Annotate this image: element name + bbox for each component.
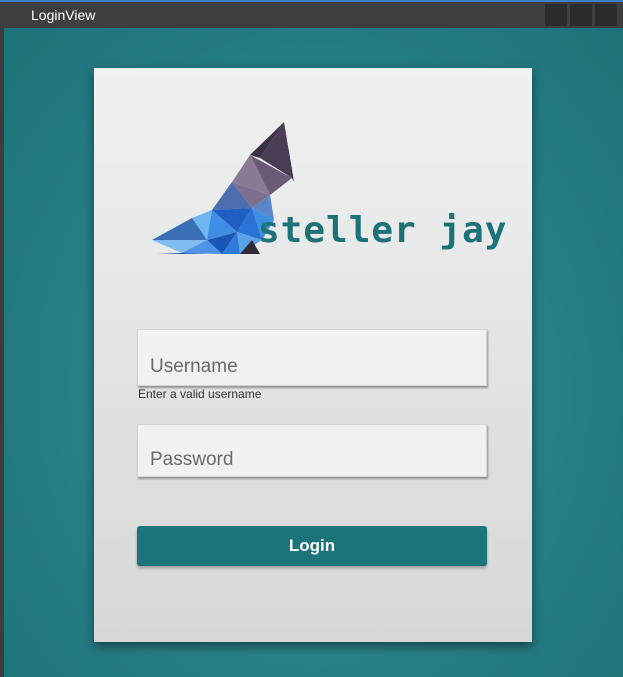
close-button[interactable] [595,4,617,26]
maximize-button[interactable] [570,4,592,26]
login-button[interactable]: Login [137,526,487,566]
title-bar: LoginView [0,0,623,28]
brand-logo-text: steller jay [258,210,508,251]
username-input[interactable] [138,330,486,385]
window-title: LoginView [31,7,96,23]
password-input[interactable] [138,425,486,476]
password-field-container [137,424,487,477]
minimize-button[interactable] [545,4,567,26]
username-field-container [137,329,487,386]
username-hint: Enter a valid username [138,387,262,401]
